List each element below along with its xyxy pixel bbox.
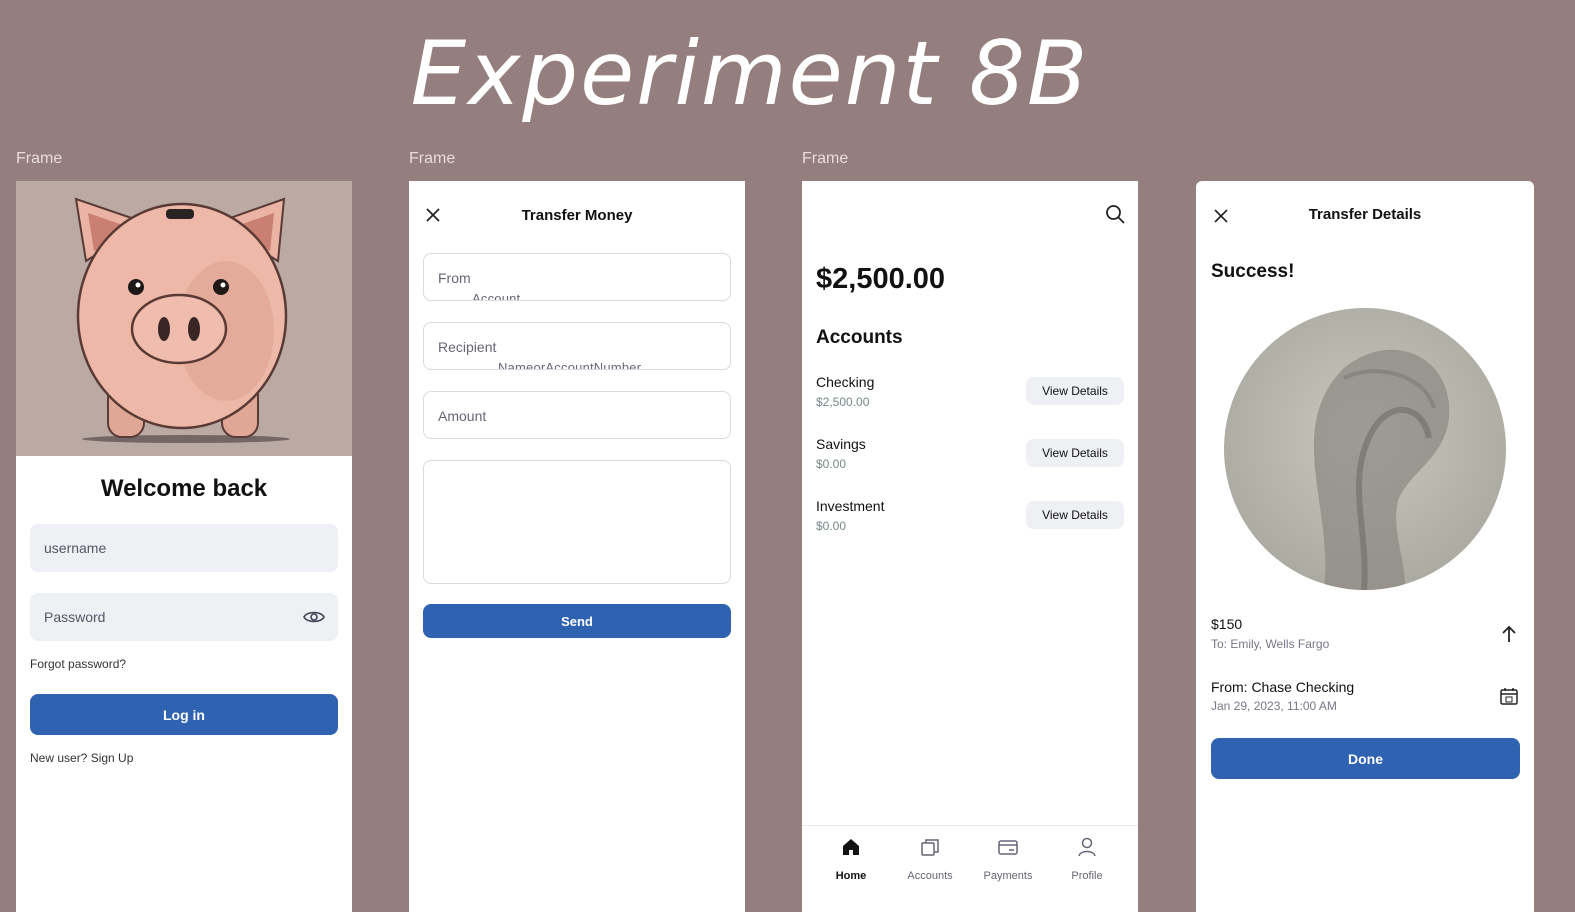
view-details-button[interactable]: View Details <box>1026 501 1124 529</box>
welcome-heading: Welcome back <box>100 475 268 502</box>
tab-label: Payments <box>983 870 1033 882</box>
bottom-tab-bar: Home Accounts Payments Profile <box>802 825 1138 912</box>
frame-label-2: Frame <box>409 150 456 167</box>
amount-label: Amount <box>438 408 487 424</box>
frame-label-3: Frame <box>802 150 849 167</box>
note-textarea[interactable] <box>423 460 731 584</box>
transfer-source: From: Chase Checking <box>1211 679 1355 695</box>
login-screen: Welcome back username Password Forgot pa… <box>16 181 352 912</box>
login-button[interactable]: Log in <box>30 694 338 735</box>
tab-label: Home <box>835 870 867 882</box>
password-placeholder: Password <box>44 609 106 625</box>
transfer-money-screen: Transfer Money From Account Recipient Na… <box>409 181 745 912</box>
piggy-bank-illustration <box>16 181 352 456</box>
success-heading: Success! <box>1211 261 1295 282</box>
transfer-photo <box>1224 308 1506 590</box>
transfer-date: Jan 29, 2023, 11:00 AM <box>1211 699 1337 713</box>
tab-label: Accounts <box>907 870 953 882</box>
signup-link[interactable]: New user? Sign Up <box>30 751 133 765</box>
from-label: From <box>438 270 471 286</box>
account-name: Checking <box>816 374 875 390</box>
from-sublabel: Account <box>472 291 521 301</box>
password-input[interactable]: Password <box>30 593 338 641</box>
account-balance: $0.00 <box>816 519 847 533</box>
forgot-password-link[interactable]: Forgot password? <box>30 657 126 671</box>
tab-home[interactable]: Home <box>816 836 886 884</box>
account-balance: $0.00 <box>816 457 847 471</box>
tab-profile[interactable]: Profile <box>1052 836 1122 884</box>
arrow-up-icon <box>1502 625 1516 642</box>
page-title: Transfer Details <box>1308 206 1422 223</box>
amount-field[interactable]: Amount <box>423 391 731 439</box>
accounts-icon <box>921 839 939 856</box>
view-details-button[interactable]: View Details <box>1026 377 1124 405</box>
recipient-label: Recipient <box>438 339 497 355</box>
home-icon <box>843 839 859 855</box>
from-account-field[interactable]: From Account <box>423 253 731 301</box>
card-icon <box>998 840 1018 855</box>
username-placeholder: username <box>44 540 107 556</box>
done-button[interactable]: Done <box>1211 738 1520 779</box>
total-balance: $2,500.00 <box>816 263 946 295</box>
search-icon[interactable] <box>1104 203 1126 225</box>
transfer-details-screen: Transfer Details Success! $150 To: Emily… <box>1196 181 1534 912</box>
transfer-amount: $150 <box>1211 616 1243 632</box>
username-input[interactable]: username <box>30 524 338 572</box>
tab-accounts[interactable]: Accounts <box>895 836 965 884</box>
transfer-recipient: To: Emily, Wells Fargo <box>1211 637 1330 651</box>
page-title: Transfer Money <box>521 207 633 224</box>
calendar-icon <box>1500 688 1518 705</box>
view-details-button[interactable]: View Details <box>1026 439 1124 467</box>
tab-label: Profile <box>1071 870 1103 882</box>
recipient-sublabel: NameorAccountNumber <box>498 360 642 370</box>
account-balance: $2,500.00 <box>816 395 870 409</box>
recipient-field[interactable]: Recipient NameorAccountNumber <box>423 322 731 370</box>
accounts-screen: $2,500.00 Accounts Checking $2,500.00 Vi… <box>802 181 1138 912</box>
eye-icon[interactable] <box>302 605 326 629</box>
accounts-heading: Accounts <box>816 327 903 348</box>
send-button[interactable]: Send <box>423 604 731 638</box>
account-name: Savings <box>816 436 866 452</box>
frame-label-1: Frame <box>16 150 63 167</box>
canvas-title: Experiment 8B <box>410 22 1090 125</box>
profile-icon <box>1078 837 1096 857</box>
tab-payments[interactable]: Payments <box>973 836 1043 884</box>
account-name: Investment <box>816 498 885 514</box>
